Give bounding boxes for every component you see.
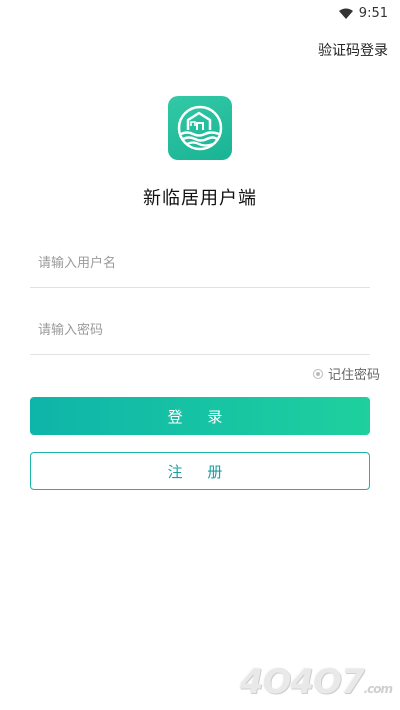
remember-password-label: 记住密码: [327, 368, 380, 383]
login-button[interactable]: 登 录: [30, 397, 370, 435]
status-bar: 9:51: [0, 0, 400, 26]
app-title: 新临居用户端: [143, 188, 257, 209]
house-logo-icon: [177, 105, 223, 151]
register-button[interactable]: 注 册: [30, 452, 370, 490]
username-input[interactable]: [30, 240, 370, 287]
password-field-wrapper: [30, 307, 370, 355]
wifi-icon: [338, 8, 353, 19]
password-input[interactable]: [30, 307, 370, 354]
app-logo: [168, 96, 232, 160]
watermark-suffix: .com: [363, 682, 393, 696]
remember-password-toggle[interactable]: 记住密码: [312, 364, 380, 383]
watermark-text: 4O4O7: [239, 662, 365, 702]
sms-login-link[interactable]: 验证码登录: [318, 40, 388, 60]
status-time: 9:51: [358, 5, 388, 21]
remember-radio-icon[interactable]: [312, 368, 323, 379]
username-field-wrapper: [30, 240, 370, 288]
site-watermark: 4O4O7.com: [239, 662, 393, 702]
radio-dot: [315, 371, 320, 376]
